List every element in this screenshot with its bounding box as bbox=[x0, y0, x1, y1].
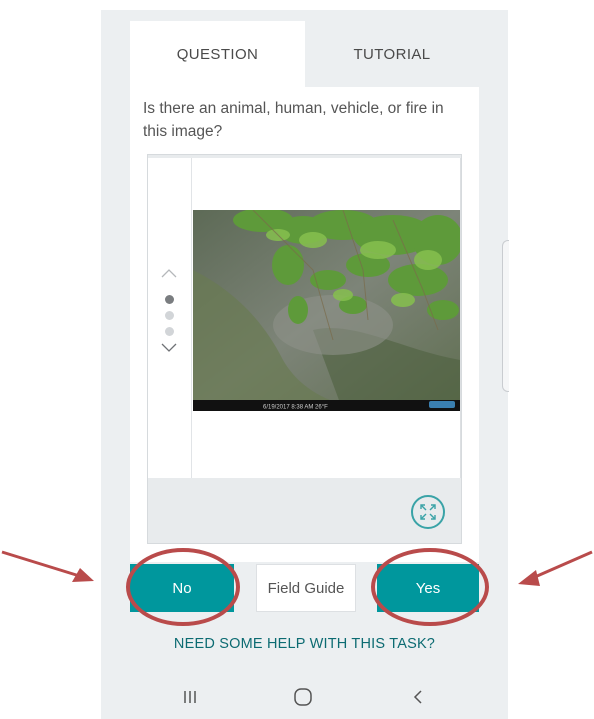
android-navigation-bar bbox=[101, 678, 508, 718]
task-card: QUESTION TUTORIAL Is there an animal, hu… bbox=[130, 21, 479, 562]
tab-tutorial[interactable]: TUTORIAL bbox=[305, 21, 479, 87]
edge-panel-handle[interactable] bbox=[502, 240, 509, 392]
yes-highlight-ring bbox=[371, 548, 489, 626]
tab-bar: QUESTION TUTORIAL bbox=[130, 21, 479, 87]
recent-apps-icon bbox=[184, 691, 196, 703]
frame-dot-1[interactable] bbox=[165, 295, 174, 304]
frame-dot-2[interactable] bbox=[165, 311, 174, 320]
frame-panel: 6/19/2017 8:38 AM 26°F bbox=[148, 158, 461, 478]
right-arrow-icon bbox=[518, 550, 593, 586]
photo-scene: 6/19/2017 8:38 AM 26°F bbox=[193, 210, 460, 411]
frame-dot-3[interactable] bbox=[165, 327, 174, 336]
trail-camera-photo: 6/19/2017 8:38 AM 26°F bbox=[193, 210, 460, 411]
no-highlight-ring bbox=[126, 548, 240, 626]
tab-question[interactable]: QUESTION bbox=[130, 21, 305, 87]
recent-apps-button[interactable] bbox=[170, 682, 210, 712]
photo-caption: 6/19/2017 8:38 AM 26°F bbox=[263, 405, 328, 411]
question-text: Is there an animal, human, vehicle, or f… bbox=[143, 100, 444, 140]
back-button[interactable] bbox=[398, 682, 438, 712]
expand-image-button[interactable] bbox=[411, 495, 445, 529]
chevron-down-icon[interactable] bbox=[161, 343, 177, 353]
chevron-up-icon[interactable] bbox=[161, 268, 177, 278]
help-link[interactable]: NEED SOME HELP WITH THIS TASK? bbox=[101, 636, 508, 652]
camera-logo bbox=[429, 401, 455, 408]
field-guide-button[interactable]: Field Guide bbox=[256, 564, 356, 612]
home-icon bbox=[294, 688, 312, 706]
frame-navigation bbox=[148, 158, 192, 478]
back-icon bbox=[413, 690, 422, 704]
left-arrow-icon bbox=[1, 550, 94, 582]
expand-icon bbox=[420, 504, 436, 520]
image-viewer: 6/19/2017 8:38 AM 26°F bbox=[147, 154, 462, 544]
home-button[interactable] bbox=[283, 682, 323, 712]
